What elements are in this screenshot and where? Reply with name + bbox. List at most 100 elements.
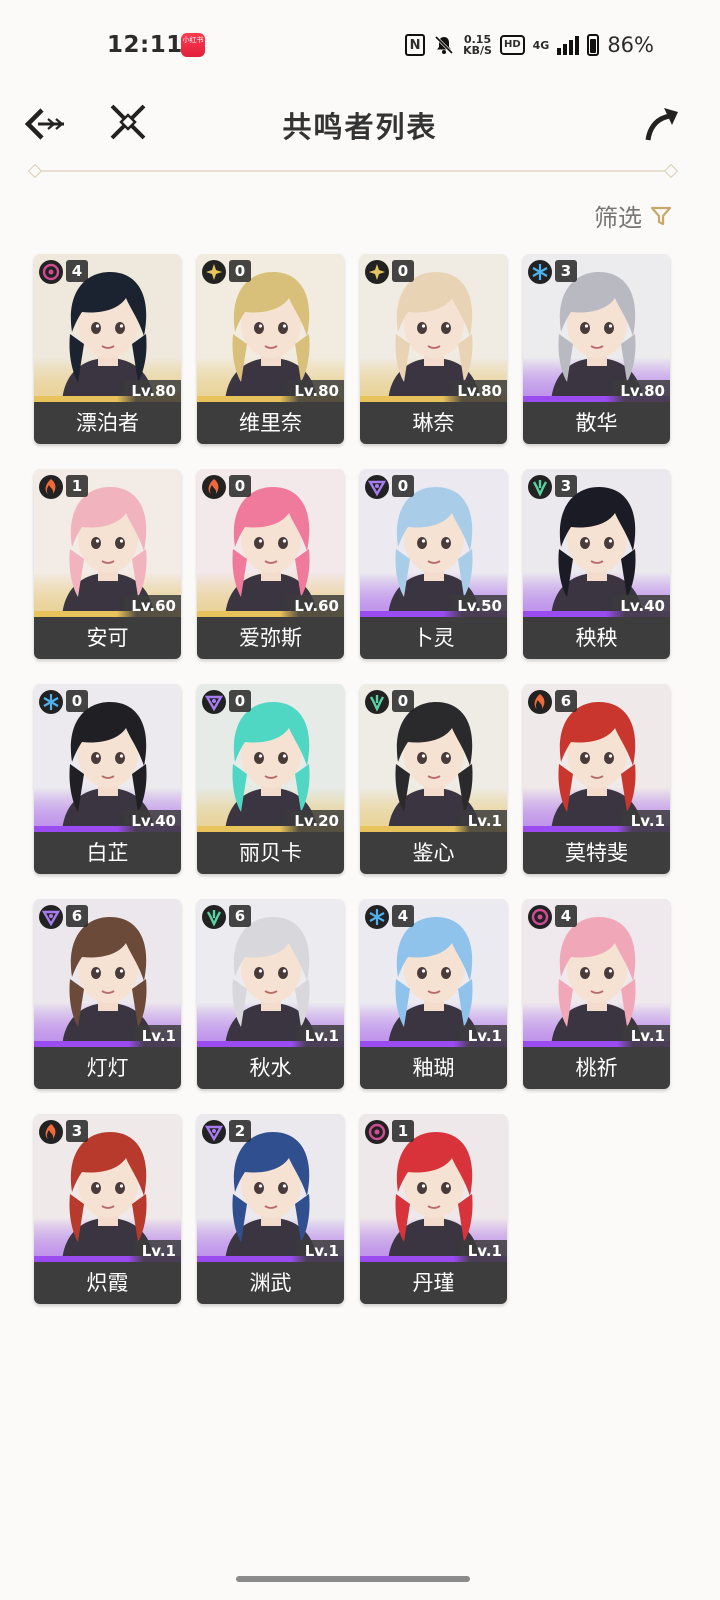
sequence-badge: 6 [229,905,251,927]
character-card[interactable]: 6 Lv.1 灯灯 [34,899,181,1089]
havoc-element-icon [39,260,63,284]
network-type: 4G [532,38,550,52]
share-button[interactable] [642,104,682,144]
character-card[interactable]: 0 Lv.50 卜灵 [360,469,507,659]
character-name: 鉴心 [360,832,507,874]
mute-bell-icon [433,34,455,56]
page-title: 共鸣者列表 [282,110,438,144]
fusion-element-icon [39,1120,63,1144]
havoc-element-icon [528,905,552,929]
glacio-element-icon [528,260,552,284]
character-name: 炽霞 [34,1262,181,1304]
sequence-badge: 0 [392,260,414,282]
electro-element-icon [365,475,389,499]
character-name: 琳奈 [360,402,507,444]
nfc-icon: N [405,34,426,56]
character-name: 爱弥斯 [197,617,344,659]
character-name: 渊武 [197,1262,344,1304]
sequence-badge: 4 [66,260,88,282]
signal-icon [557,35,580,55]
character-name: 安可 [34,617,181,659]
aero-element-icon [202,905,226,929]
level-tag: Lv.80 [443,380,507,402]
sequence-badge: 3 [555,260,577,282]
character-card[interactable]: 0 Lv.80 琳奈 [360,254,507,444]
electro-element-icon [202,1120,226,1144]
battery-percent: 86% [607,33,654,57]
character-card[interactable]: 0 Lv.80 维里奈 [197,254,344,444]
character-card[interactable]: 1 Lv.60 安可 [34,469,181,659]
character-card[interactable]: 0 Lv.40 白芷 [34,684,181,874]
sequence-badge: 0 [229,260,251,282]
sequence-badge: 0 [392,475,414,497]
character-name: 散华 [523,402,670,444]
character-card[interactable]: 3 Lv.1 炽霞 [34,1114,181,1304]
level-tag: Lv.20 [280,810,344,832]
electro-element-icon [39,905,63,929]
sequence-badge: 1 [392,1120,414,1142]
level-tag: Lv.80 [117,380,181,402]
character-card[interactable]: 2 Lv.1 渊武 [197,1114,344,1304]
character-card[interactable]: 4 Lv.80 漂泊者 [34,254,181,444]
sequence-badge: 6 [555,690,577,712]
level-tag: Lv.1 [453,810,507,832]
character-card[interactable]: 6 Lv.1 莫特斐 [523,684,670,874]
header-divider [36,170,670,172]
level-tag: Lv.40 [606,595,670,617]
level-tag: Lv.80 [606,380,670,402]
level-tag: Lv.80 [280,380,344,402]
filter-label: 筛选 [594,204,642,232]
fusion-element-icon [528,690,552,714]
character-name: 桃祈 [523,1047,670,1089]
level-tag: Lv.60 [280,595,344,617]
filter-button[interactable]: 筛选 [594,198,672,233]
level-tag: Lv.1 [127,1025,181,1047]
glacio-element-icon [365,905,389,929]
spectro-element-icon [202,260,226,284]
level-tag: Lv.1 [290,1240,344,1262]
character-name: 灯灯 [34,1047,181,1089]
fusion-element-icon [202,475,226,499]
character-name: 秋水 [197,1047,344,1089]
speed-unit: KB/S [463,44,492,57]
electro-element-icon [202,690,226,714]
level-tag: Lv.1 [616,1025,670,1047]
status-time: 12:11 [107,32,183,58]
sequence-badge: 4 [392,905,414,927]
level-tag: Lv.60 [117,595,181,617]
character-card[interactable]: 0 Lv.20 丽贝卡 [197,684,344,874]
level-tag: Lv.40 [117,810,181,832]
filter-icon [650,206,672,225]
character-name: 漂泊者 [34,402,181,444]
character-grid: 4 Lv.80 漂泊者 0 Lv.80 维里奈 0 Lv.80 琳奈 3 Lv.… [34,254,674,1304]
sequence-badge: 4 [555,905,577,927]
character-name: 维里奈 [197,402,344,444]
character-card[interactable]: 4 Lv.1 釉瑚 [360,899,507,1089]
character-name: 白芷 [34,832,181,874]
character-name: 丹瑾 [360,1262,507,1304]
character-card[interactable]: 4 Lv.1 桃祈 [523,899,670,1089]
glacio-element-icon [39,690,63,714]
fusion-element-icon [39,475,63,499]
home-indicator[interactable] [236,1576,470,1582]
aero-element-icon [528,475,552,499]
status-bar: 12:11 小红书 N 0.15 KB/S HD 4G 86% [0,0,720,90]
share-arrow-icon [645,108,678,141]
app-notification-icon: 小红书 [181,33,205,57]
sequence-badge: 2 [229,1120,251,1142]
character-card[interactable]: 6 Lv.1 秋水 [197,899,344,1089]
sequence-badge: 1 [66,475,88,497]
sequence-badge: 0 [229,690,251,712]
status-icons: N 0.15 KB/S HD 4G 86% [405,30,654,60]
character-card[interactable]: 0 Lv.1 鉴心 [360,684,507,874]
character-card[interactable]: 0 Lv.60 爱弥斯 [197,469,344,659]
character-name: 卜灵 [360,617,507,659]
character-name: 釉瑚 [360,1047,507,1089]
character-card[interactable]: 3 Lv.80 散华 [523,254,670,444]
header: 共鸣者列表 [0,90,720,160]
character-name: 莫特斐 [523,832,670,874]
character-card[interactable]: 3 Lv.40 秧秧 [523,469,670,659]
character-card[interactable]: 1 Lv.1 丹瑾 [360,1114,507,1304]
hd-icon: HD [499,35,525,55]
level-tag: Lv.1 [127,1240,181,1262]
